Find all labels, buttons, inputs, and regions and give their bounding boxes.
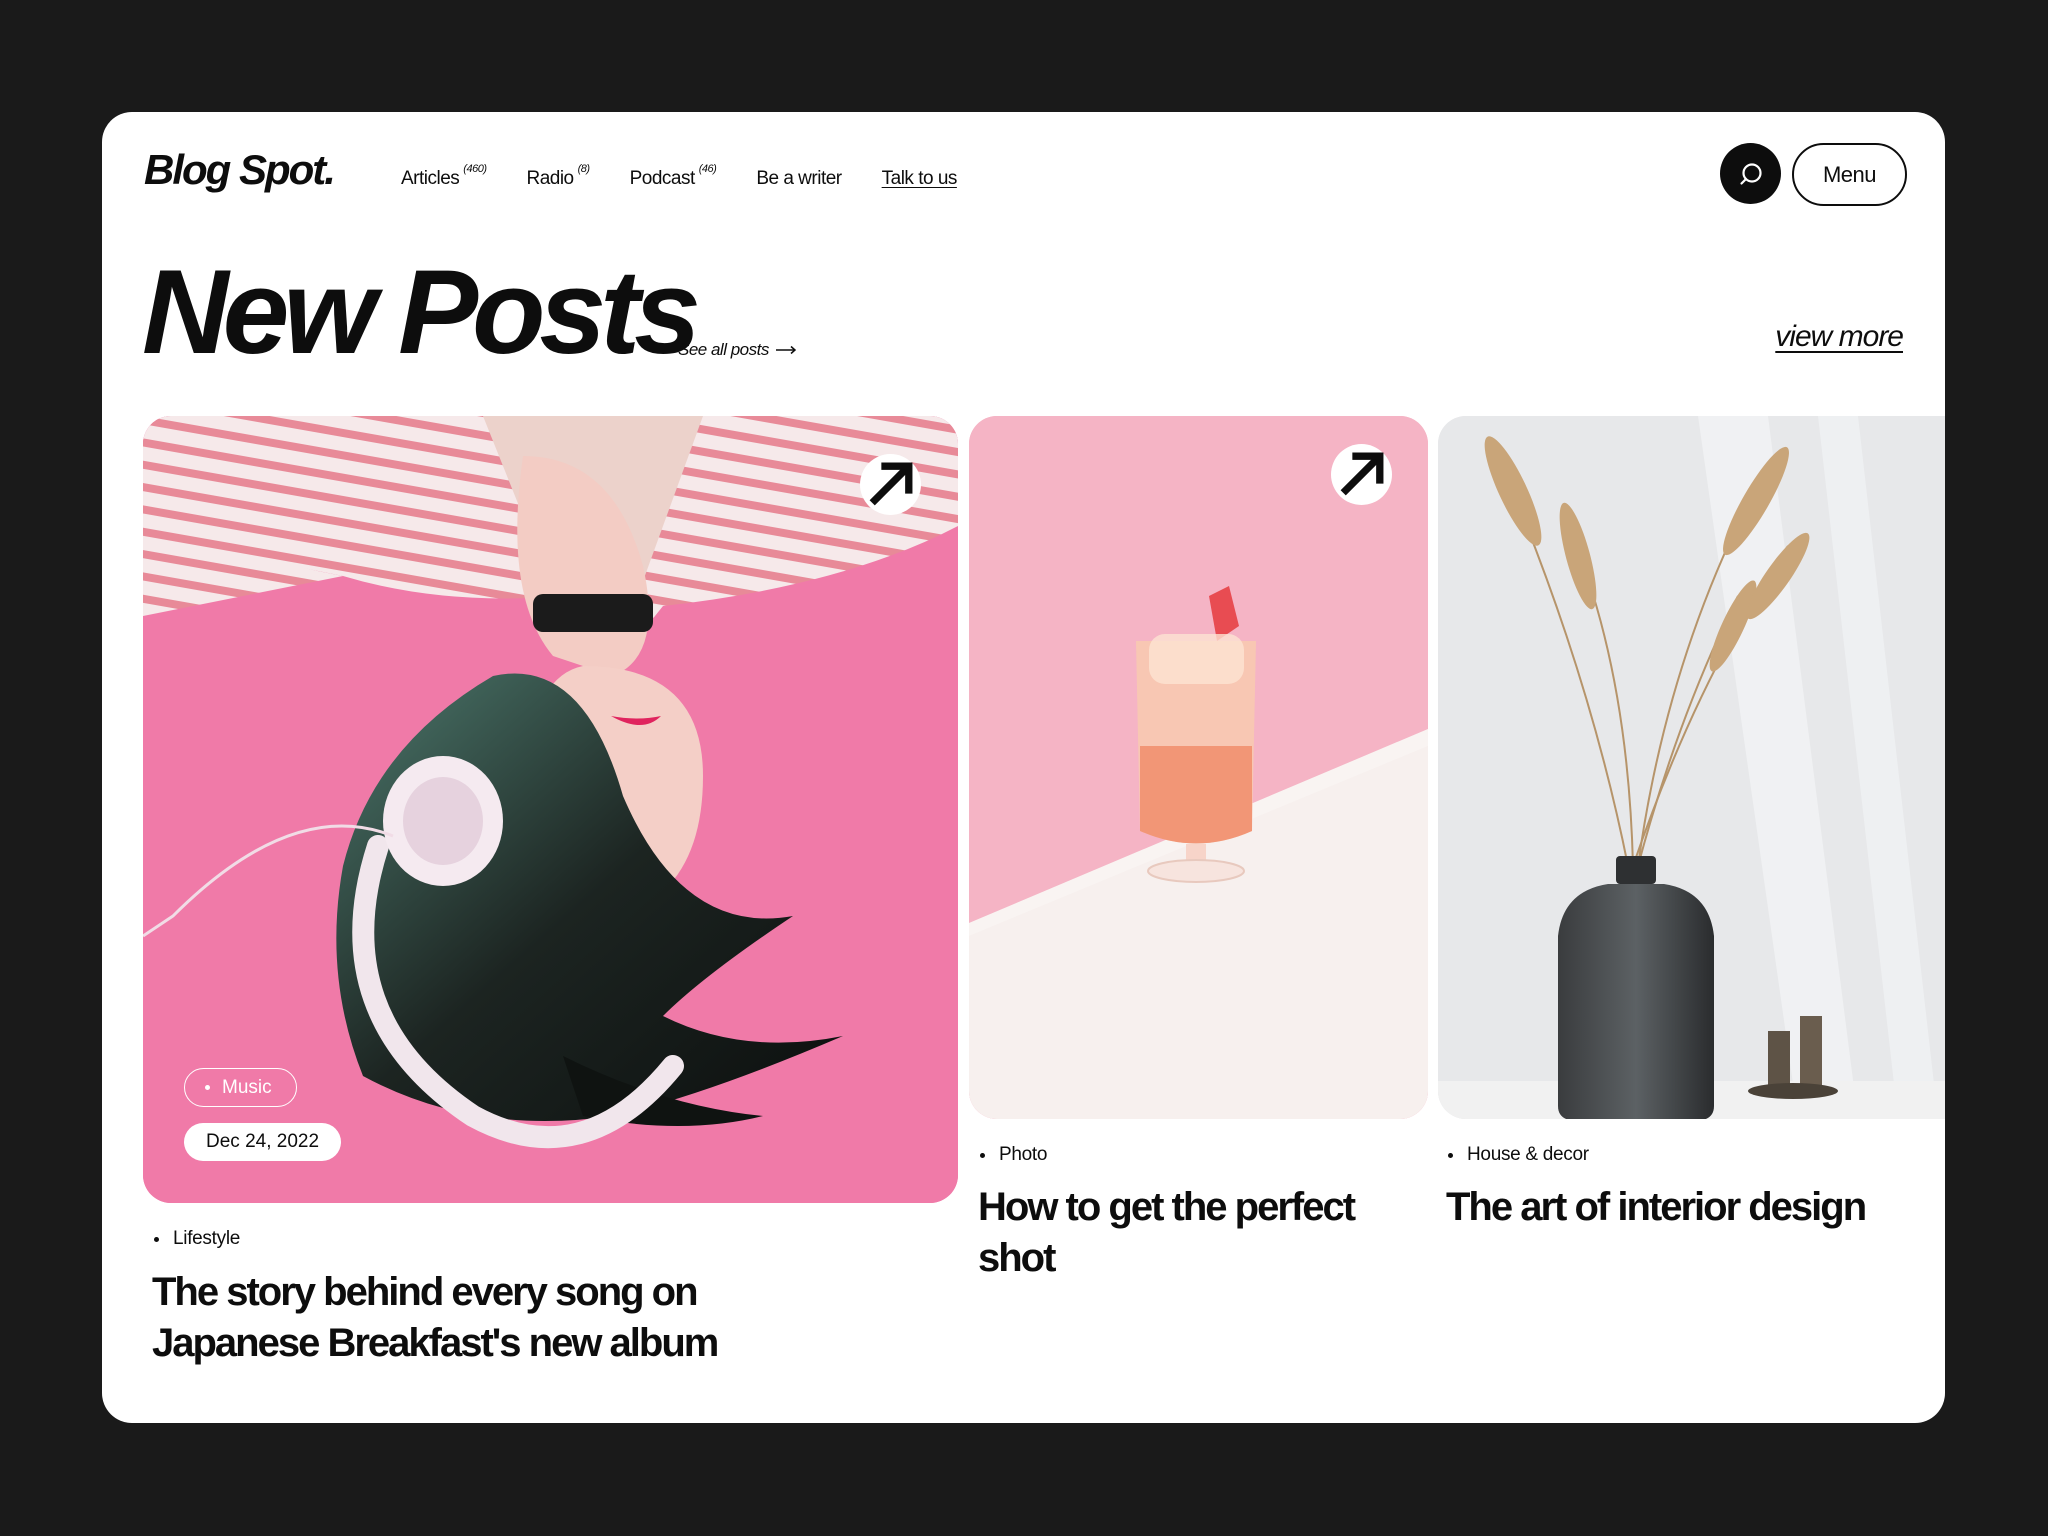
- nav-item-articles[interactable]: Articles (460): [401, 163, 487, 190]
- logo[interactable]: Blog Spot.: [144, 146, 336, 194]
- post-category: Lifestyle: [154, 1228, 240, 1250]
- nav-count: (8): [577, 163, 590, 175]
- nav-label: Articles: [401, 168, 460, 189]
- open-post-button[interactable]: [860, 454, 921, 515]
- page-title: New Posts: [142, 245, 701, 379]
- post-title-line: shot: [978, 1236, 1056, 1280]
- post-title[interactable]: The story behind every song on Japanese …: [152, 1267, 952, 1369]
- category-label: Photo: [999, 1144, 1048, 1165]
- arrow-right-icon: [775, 345, 796, 355]
- post-title-line: The story behind every song on: [152, 1270, 699, 1314]
- nav-item-radio[interactable]: Radio (8): [526, 163, 590, 190]
- post-title[interactable]: The art of interior design: [1446, 1182, 1926, 1233]
- bullet-icon: [980, 1152, 985, 1158]
- bullet-icon: [1448, 1152, 1453, 1158]
- search-button[interactable]: [1720, 143, 1781, 204]
- nav-item-be-a-writer[interactable]: Be a writer: [756, 168, 842, 190]
- nav-label: Talk to us: [881, 168, 958, 189]
- post-category: Photo: [980, 1144, 1047, 1166]
- bullet-icon: [205, 1085, 210, 1090]
- post-category: House & decor: [1448, 1144, 1589, 1166]
- nav-item-podcast[interactable]: Podcast (46): [629, 163, 717, 190]
- vase-with-dried-grass-photo: [1438, 416, 1945, 1119]
- see-all-label: See all posts: [678, 340, 769, 359]
- menu-button[interactable]: Menu: [1792, 143, 1907, 206]
- page-frame: Blog Spot. Articles (460) Radio (8) Podc…: [102, 112, 1945, 1423]
- open-post-button[interactable]: [1331, 444, 1392, 505]
- date-chip: Dec 24, 2022: [184, 1123, 342, 1161]
- arrow-up-right-icon: [1340, 452, 1384, 496]
- post-image-photo[interactable]: [969, 416, 1428, 1119]
- nav-label: Radio: [526, 168, 574, 189]
- nav-label: Podcast: [629, 168, 696, 189]
- nav-count: (460): [463, 163, 487, 175]
- tag-chip[interactable]: Music: [184, 1068, 297, 1107]
- tag-label: Music: [222, 1076, 272, 1098]
- bullet-icon: [154, 1236, 159, 1242]
- main-nav: Articles (460) Radio (8) Podcast (46) Be…: [401, 163, 958, 190]
- post-title-line: How to get the perfect: [978, 1185, 1356, 1229]
- category-label: Lifestyle: [173, 1228, 241, 1249]
- cocktail-glass-photo: [969, 416, 1428, 1119]
- category-label: House & decor: [1467, 1144, 1589, 1165]
- post-title[interactable]: How to get the perfect shot: [978, 1182, 1418, 1284]
- see-all-posts-link[interactable]: See all posts: [678, 340, 797, 360]
- view-more-link[interactable]: view more: [1775, 320, 1904, 354]
- nav-count: (46): [698, 163, 717, 175]
- post-image-house-decor[interactable]: [1438, 416, 1945, 1119]
- post-title-line: Japanese Breakfast's new album: [152, 1321, 719, 1365]
- nav-item-talk-to-us[interactable]: Talk to us: [881, 168, 958, 190]
- post-title-line: The art of interior design: [1446, 1185, 1867, 1229]
- nav-label: Be a writer: [756, 168, 842, 189]
- search-icon: [1739, 162, 1762, 185]
- post-image-music[interactable]: Music Dec 24, 2022: [143, 416, 958, 1203]
- arrow-up-right-icon: [869, 462, 913, 506]
